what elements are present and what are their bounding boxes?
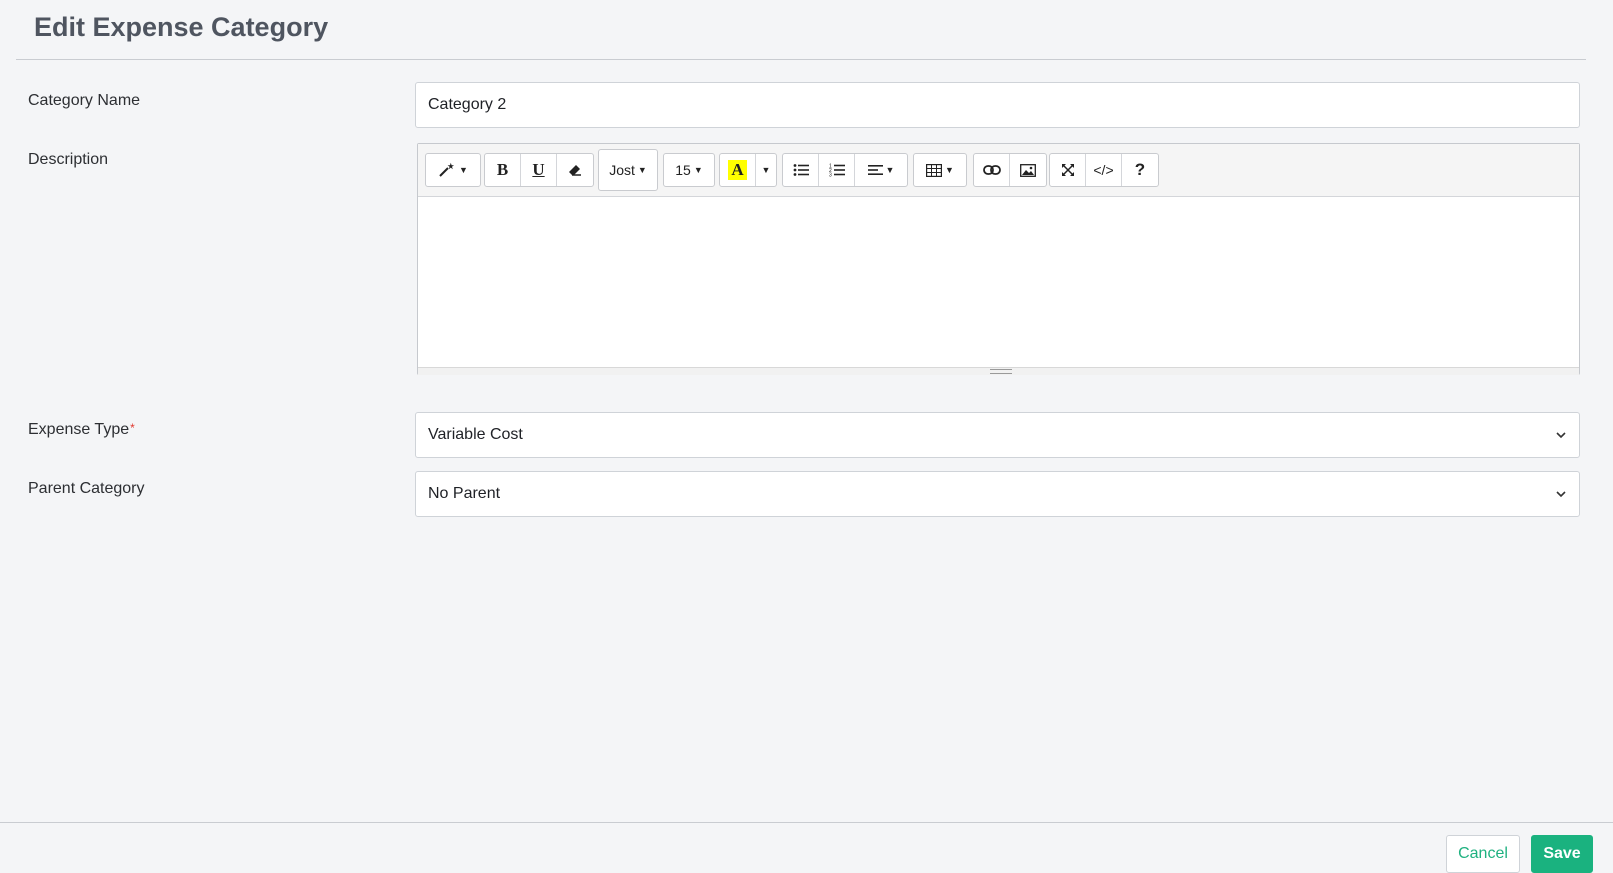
table-dropdown-button[interactable]: ▼ bbox=[914, 154, 966, 186]
chevron-down-icon bbox=[1555, 472, 1567, 516]
font-style-group: B U bbox=[484, 153, 594, 187]
page-title: Edit Expense Category bbox=[34, 12, 329, 42]
highlight-color-label: A bbox=[728, 160, 747, 180]
eraser-icon bbox=[568, 163, 582, 177]
text-color-button[interactable]: A bbox=[720, 154, 756, 186]
parent-category-select[interactable]: No Parent bbox=[415, 471, 1580, 517]
expense-type-select[interactable]: Variable Cost bbox=[415, 412, 1580, 458]
editor-resize-handle[interactable] bbox=[418, 367, 1579, 375]
font-size-dropdown[interactable]: 15 ▼ bbox=[664, 154, 714, 186]
category-name-label: Category Name bbox=[28, 92, 141, 109]
link-icon bbox=[982, 165, 1001, 175]
editor-toolbar: ▼ B U Jost ▼ 15 ▼ A ▼ 1 2 3 ▼ ▼ </> ? bbox=[418, 144, 1579, 197]
category-name-input[interactable]: Category 2 bbox=[415, 82, 1580, 128]
ordered-list-icon: 123 bbox=[829, 163, 845, 177]
description-editor: ▼ B U Jost ▼ 15 ▼ A ▼ 1 2 3 ▼ ▼ </> ? bbox=[417, 143, 1580, 375]
paragraph-group: 123 ▼ bbox=[782, 153, 908, 187]
page-header: Edit Expense Category bbox=[16, 0, 1586, 60]
chevron-down-icon: ▼ bbox=[693, 165, 703, 175]
font-size-value: 15 bbox=[675, 162, 691, 178]
chevron-down-icon: ▼ bbox=[761, 165, 771, 175]
chevron-down-icon bbox=[1555, 413, 1567, 457]
unordered-list-button[interactable] bbox=[783, 154, 819, 186]
chevron-down-icon: ▼ bbox=[945, 165, 954, 175]
expense-type-label-text: Expense Type bbox=[28, 421, 130, 438]
font-name-group: Jost ▼ bbox=[598, 149, 658, 191]
expense-type-label: Expense Type* bbox=[28, 421, 135, 439]
magic-wand-icon bbox=[438, 162, 456, 178]
align-dropdown-button[interactable]: ▼ bbox=[855, 154, 907, 186]
description-label: Description bbox=[28, 151, 109, 168]
fullscreen-icon bbox=[1061, 163, 1075, 177]
table-group: ▼ bbox=[913, 153, 967, 187]
expense-type-value: Variable Cost bbox=[428, 426, 523, 443]
modal-footer: Cancel Save bbox=[0, 822, 1613, 873]
style-button[interactable]: ▼ bbox=[426, 154, 480, 186]
resize-grip-icon bbox=[990, 369, 1012, 374]
code-view-button[interactable]: </> bbox=[1086, 154, 1122, 186]
align-icon bbox=[867, 164, 883, 176]
chevron-down-icon: ▼ bbox=[637, 165, 647, 175]
unordered-list-icon bbox=[793, 163, 809, 177]
color-dropdown-button[interactable]: ▼ bbox=[756, 154, 776, 186]
svg-text:3: 3 bbox=[829, 173, 832, 178]
category-name-value: Category 2 bbox=[428, 96, 507, 113]
table-icon bbox=[926, 163, 943, 177]
help-button[interactable]: ? bbox=[1122, 154, 1158, 186]
description-textarea[interactable] bbox=[418, 197, 1579, 367]
underline-button[interactable]: U bbox=[521, 154, 557, 186]
picture-icon bbox=[1020, 163, 1036, 177]
cancel-button[interactable]: Cancel bbox=[1446, 835, 1520, 873]
color-group: A ▼ bbox=[719, 153, 777, 187]
picture-button[interactable] bbox=[1010, 154, 1046, 186]
required-asterisk: * bbox=[130, 421, 135, 435]
parent-category-label: Parent Category bbox=[28, 480, 145, 497]
bold-button[interactable]: B bbox=[485, 154, 521, 186]
fullscreen-button[interactable] bbox=[1050, 154, 1086, 186]
style-group: ▼ bbox=[425, 153, 481, 187]
ordered-list-button[interactable]: 123 bbox=[819, 154, 855, 186]
chevron-down-icon: ▼ bbox=[885, 165, 895, 175]
edit-expense-category-page: Edit Expense Category Category Name Cate… bbox=[0, 0, 1613, 873]
link-button[interactable] bbox=[974, 154, 1010, 186]
clear-format-button[interactable] bbox=[557, 154, 593, 186]
font-size-group: 15 ▼ bbox=[663, 153, 715, 187]
save-button[interactable]: Save bbox=[1531, 835, 1593, 873]
chevron-down-icon: ▼ bbox=[459, 165, 468, 175]
font-name-value: Jost bbox=[609, 162, 635, 178]
font-name-dropdown[interactable]: Jost ▼ bbox=[599, 150, 657, 190]
view-group: </> ? bbox=[1049, 153, 1159, 187]
insert-group bbox=[973, 153, 1047, 187]
parent-category-value: No Parent bbox=[428, 485, 501, 502]
